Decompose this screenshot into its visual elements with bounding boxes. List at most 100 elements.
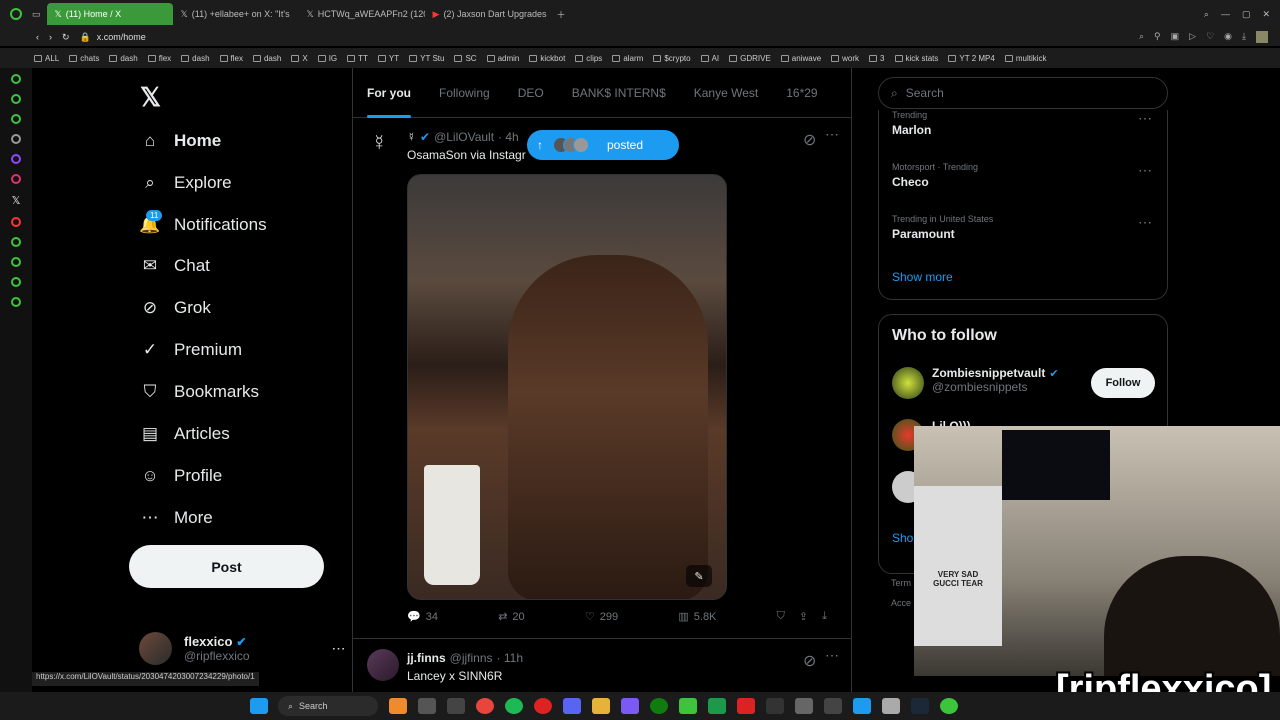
app-icon[interactable] bbox=[882, 698, 900, 714]
opera-icon[interactable] bbox=[534, 698, 552, 714]
more-icon[interactable]: ⋯ bbox=[1138, 214, 1153, 231]
bookmark-item[interactable]: flex bbox=[219, 54, 243, 63]
settings-icon[interactable] bbox=[11, 297, 21, 307]
bookmark-item[interactable]: kickbot bbox=[529, 54, 565, 63]
close-icon[interactable]: ✕ bbox=[1262, 9, 1270, 20]
like-button[interactable]: ♡ 299 bbox=[585, 610, 618, 624]
browser-tab[interactable]: 𝕏 HCTWq_aWEAAPFn2 (1200 bbox=[299, 3, 425, 25]
bookmark-item[interactable]: admin bbox=[486, 54, 519, 63]
xbox-icon[interactable] bbox=[650, 698, 668, 714]
post-button[interactable]: Post bbox=[129, 545, 324, 588]
grok-icon[interactable]: ⊘ bbox=[803, 651, 816, 671]
show-more-link[interactable]: Show more bbox=[892, 270, 953, 284]
search-icon[interactable]: ⌕ bbox=[1204, 9, 1209, 20]
sidebar-app-icon[interactable] bbox=[11, 217, 21, 227]
more-icon[interactable]: ⋯ bbox=[1138, 162, 1153, 179]
taskbar-search[interactable]: ⌕ Search bbox=[278, 696, 378, 716]
tab-for-you[interactable]: For you bbox=[353, 68, 425, 118]
tweet-time[interactable]: · 11h bbox=[497, 651, 523, 665]
play-icon[interactable]: ▷ bbox=[1189, 31, 1196, 43]
bookmark-item[interactable]: $crypto bbox=[653, 54, 691, 63]
tweet-photo[interactable]: ✎ bbox=[407, 174, 727, 600]
avatar[interactable] bbox=[892, 367, 924, 399]
nav-item-premium[interactable]: ✓ Premium bbox=[140, 335, 242, 365]
x-logo[interactable]: 𝕏 bbox=[140, 82, 161, 113]
trend-item[interactable]: Trending Marlon bbox=[892, 110, 931, 137]
app-icon[interactable] bbox=[824, 698, 842, 714]
profile-avatar[interactable] bbox=[1256, 31, 1268, 43]
views-button[interactable]: ▥ 5.8K bbox=[678, 610, 716, 624]
sidebar-app-icon[interactable] bbox=[11, 94, 21, 104]
nav-item-explore[interactable]: ⌕ Explore bbox=[140, 168, 231, 198]
share-icon[interactable]: ⇪ bbox=[799, 610, 808, 623]
terms-link[interactable]: Term bbox=[891, 578, 911, 588]
bookmark-item[interactable]: AI bbox=[700, 54, 719, 63]
tab-deo[interactable]: DEO bbox=[504, 68, 558, 118]
nav-item-home[interactable]: ⌂ Home bbox=[140, 126, 221, 156]
back-icon[interactable]: ‹ bbox=[36, 32, 39, 42]
more-icon[interactable]: ⋯ bbox=[1138, 110, 1153, 127]
pin-icon[interactable]: ⚲ bbox=[1154, 31, 1161, 43]
app-icon[interactable] bbox=[940, 698, 958, 714]
trend-item[interactable]: Trending in United States Paramount bbox=[892, 214, 993, 241]
app-icon[interactable] bbox=[737, 698, 755, 714]
tab-1629[interactable]: 16*29 bbox=[772, 68, 831, 118]
grok-icon[interactable]: ⊘ bbox=[803, 130, 816, 150]
download-icon[interactable]: ⤓ bbox=[1242, 31, 1246, 43]
download-icon[interactable]: ⤓ bbox=[822, 610, 827, 623]
extension-icon[interactable]: ▣ bbox=[1171, 31, 1180, 43]
bookmark-icon[interactable]: ⛉ bbox=[777, 610, 785, 623]
tweet[interactable]: ☿ ☿ ✔ @LilOVault · 4h OsamaSon via Insta… bbox=[353, 118, 851, 638]
bookmark-item[interactable]: chats bbox=[69, 54, 99, 63]
browser-logo-icon[interactable] bbox=[10, 8, 22, 20]
sidebar-app-icon[interactable] bbox=[11, 277, 21, 287]
app-icon[interactable] bbox=[389, 698, 407, 714]
new-posts-pill[interactable]: ↑ posted bbox=[527, 130, 679, 160]
repost-button[interactable]: ⇄ 20 bbox=[498, 610, 524, 624]
sidebar-app-icon[interactable] bbox=[11, 74, 21, 84]
bookmark-item[interactable]: TT bbox=[347, 54, 368, 63]
suggestion-name[interactable]: Zombiesnippetvault bbox=[932, 366, 1045, 380]
sidebar-app-icon[interactable] bbox=[11, 174, 21, 184]
nav-item-grok[interactable]: ⊘ Grok bbox=[140, 293, 211, 323]
tweet[interactable]: jj.finns @jjfinns · 11h Lancey x SINN6R … bbox=[353, 638, 851, 692]
minimize-icon[interactable]: — bbox=[1221, 9, 1230, 20]
author-avatar[interactable] bbox=[367, 649, 399, 681]
app-icon[interactable] bbox=[621, 698, 639, 714]
windows-start-icon[interactable] bbox=[250, 698, 268, 714]
bookmark-item[interactable]: aniwave bbox=[780, 54, 821, 63]
bookmark-item[interactable]: work bbox=[831, 54, 859, 63]
spotify-icon[interactable] bbox=[505, 698, 523, 714]
x-sidebar-icon[interactable]: 𝕏 bbox=[12, 194, 21, 207]
app-icon[interactable] bbox=[853, 698, 871, 714]
tab-banks-interns[interactable]: BANK$ INTERN$ bbox=[558, 68, 680, 118]
bookmark-item[interactable]: dash bbox=[109, 54, 138, 63]
reply-button[interactable]: 💬 34 bbox=[407, 610, 438, 624]
maximize-icon[interactable]: ▢ bbox=[1242, 9, 1251, 20]
tweet-time[interactable]: · 4h bbox=[498, 130, 519, 144]
author-symbol[interactable]: ☿ bbox=[407, 130, 416, 144]
more-icon[interactable]: ⋯ bbox=[825, 126, 840, 143]
nav-item-more[interactable]: ⋯ More bbox=[140, 503, 213, 533]
zoom-icon[interactable]: ⌕ bbox=[1139, 31, 1144, 43]
bookmark-item[interactable]: IG bbox=[317, 54, 337, 63]
app-icon[interactable] bbox=[679, 698, 697, 714]
new-tab-button[interactable]: ＋ bbox=[557, 8, 566, 21]
bookmark-item[interactable]: dash bbox=[252, 54, 281, 63]
more-icon[interactable]: ⋯ bbox=[825, 647, 840, 664]
sidebar-app-icon[interactable] bbox=[11, 257, 21, 267]
show-more-link[interactable]: Sho bbox=[892, 531, 913, 545]
bookmark-item[interactable]: multikick bbox=[1004, 54, 1047, 63]
reload-icon[interactable]: ↻ bbox=[62, 32, 70, 43]
bookmark-item[interactable]: SC bbox=[454, 54, 477, 63]
bookmark-item[interactable]: GDRIVE bbox=[729, 54, 771, 63]
extension-icon[interactable]: ◉ bbox=[1224, 31, 1232, 43]
follow-button[interactable]: Follow bbox=[1091, 368, 1155, 398]
app-icon[interactable] bbox=[795, 698, 813, 714]
author-handle[interactable]: @jjfinns bbox=[450, 651, 493, 665]
sidebar-app-icon[interactable] bbox=[11, 237, 21, 247]
chrome-icon[interactable] bbox=[476, 698, 494, 714]
bookmark-item[interactable]: YT Stu bbox=[409, 54, 444, 63]
discord-icon[interactable] bbox=[563, 698, 581, 714]
more-icon[interactable]: ⋯ bbox=[332, 640, 347, 657]
